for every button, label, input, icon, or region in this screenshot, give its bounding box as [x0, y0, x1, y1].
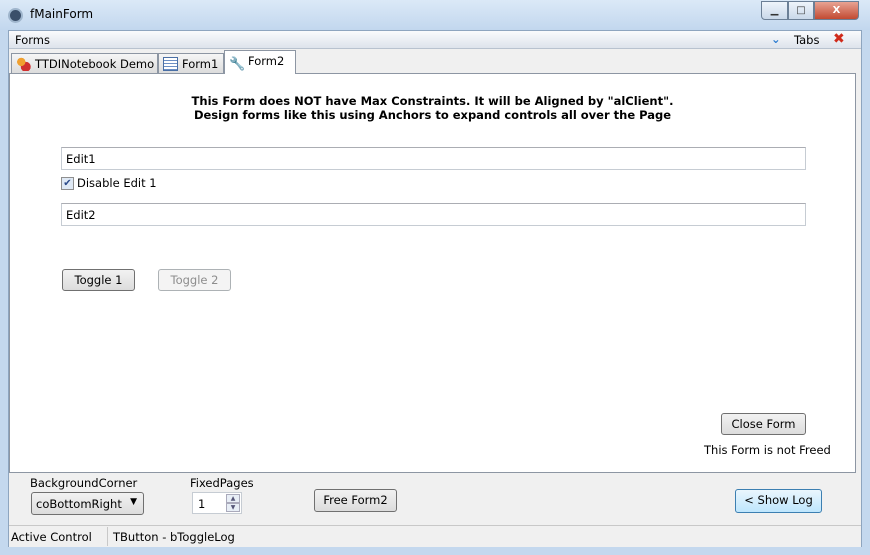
info-text: This Form does NOT have Max Constraints.…: [10, 94, 855, 122]
edit1-input[interactable]: Edit1: [61, 147, 806, 170]
tab-label: Form1: [182, 57, 219, 71]
status-bar: Active Control TButton - bToggleLog: [9, 525, 861, 547]
status-divider: [107, 527, 108, 546]
form-icon: [163, 57, 178, 71]
bottom-panel: BackgroundCorner coBottomRight ▼ FixedPag…: [9, 473, 861, 523]
tab-label: Form2: [248, 54, 285, 68]
info-line-2: Design forms like this using Anchors to …: [193, 108, 672, 122]
tab-form1[interactable]: Form1: [158, 53, 224, 73]
title-bar: fMainForm ▁ □ X: [0, 0, 870, 30]
form2-page: This Form does NOT have Max Constraints.…: [9, 73, 856, 473]
free-form2-button[interactable]: Free Form2: [314, 489, 397, 512]
close-form-button[interactable]: Close Form: [721, 413, 806, 435]
close-button[interactable]: X: [814, 1, 859, 20]
disable-edit1-checkbox[interactable]: ✔: [61, 177, 74, 190]
status-panel-1: Active Control: [11, 530, 92, 544]
minimize-button[interactable]: ▁: [761, 1, 788, 20]
background-corner-select[interactable]: coBottomRight ▼: [31, 492, 144, 515]
spin-up-icon[interactable]: ▲: [226, 494, 240, 503]
tab-form2[interactable]: 🔧 Form2: [224, 50, 296, 74]
app-icon: [8, 8, 23, 23]
show-log-button[interactable]: < Show Log: [735, 489, 822, 513]
wrench-icon: 🔧: [229, 57, 246, 72]
maximize-button[interactable]: □: [788, 1, 814, 20]
background-corner-label: BackgroundCorner: [30, 476, 138, 490]
select-value: coBottomRight: [36, 497, 122, 511]
tab-ttdinotebook-demo[interactable]: TTDINotebook Demo: [11, 53, 158, 73]
users-icon: [16, 57, 31, 71]
status-panel-2: TButton - bToggleLog: [113, 530, 235, 544]
spinner-value: 1: [198, 497, 206, 511]
forms-label: Forms: [15, 33, 50, 47]
client-area: Forms ⌄ Tabs ✖ TTDINotebook Demo Form1 🔧…: [8, 30, 862, 547]
forms-bar: Forms ⌄ Tabs ✖: [9, 31, 861, 49]
fixed-pages-spinner[interactable]: 1 ▲ ▼: [192, 492, 242, 514]
toggle2-button[interactable]: Toggle 2: [158, 269, 231, 291]
close-icon[interactable]: ✖: [833, 31, 845, 47]
dropdown-arrow-icon: ▼: [130, 497, 137, 507]
edit2-input[interactable]: Edit2: [61, 203, 806, 226]
tab-label: TTDINotebook Demo: [35, 57, 155, 71]
tabs-menu[interactable]: Tabs: [794, 33, 819, 47]
fixed-pages-label: FixedPages: [190, 476, 254, 490]
spin-down-icon[interactable]: ▼: [226, 503, 240, 512]
window-title: fMainForm: [30, 7, 94, 21]
disable-edit1-label[interactable]: Disable Edit 1: [77, 176, 157, 190]
info-line-1: This Form does NOT have Max Constraints.…: [191, 94, 674, 108]
toggle1-button[interactable]: Toggle 1: [62, 269, 135, 291]
freed-status-text: This Form is not Freed: [704, 443, 831, 457]
chevron-down-icon[interactable]: ⌄: [771, 32, 781, 46]
